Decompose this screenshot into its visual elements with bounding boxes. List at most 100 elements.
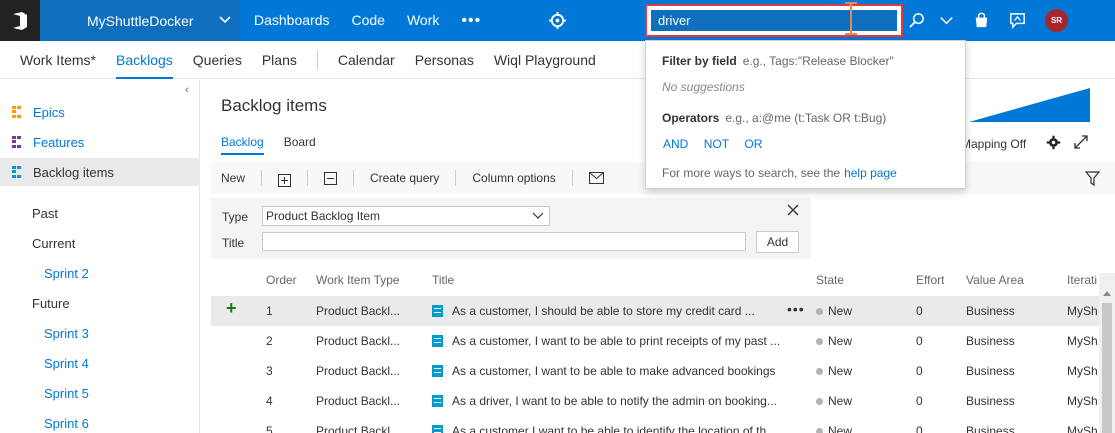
- nav-divider: [316, 50, 318, 69]
- sidebar-item-sprint-4[interactable]: Sprint 4: [44, 356, 89, 371]
- table-row[interactable]: 4 Product Backl... As a driver, I want t…: [211, 386, 1099, 416]
- row-title[interactable]: As a customer, I want to be able to prin…: [452, 334, 808, 348]
- top-bar: MyShuttleDocker Dashboards Code Work •••…: [0, 0, 1115, 41]
- toolbar-divider: [455, 170, 457, 186]
- title-input[interactable]: [262, 232, 746, 251]
- nav-dashboards[interactable]: Dashboards: [243, 0, 341, 41]
- column-header-effort[interactable]: Effort: [916, 273, 944, 287]
- feedback-icon[interactable]: [1008, 11, 1027, 30]
- fullscreen-icon[interactable]: [1074, 135, 1088, 149]
- row-title[interactable]: As a customer, I should be able to store…: [452, 304, 777, 318]
- operator-not[interactable]: NOT: [704, 137, 729, 151]
- collapse-chevron-icon[interactable]: ‹: [185, 84, 189, 96]
- tab-backlog[interactable]: Backlog: [221, 135, 264, 155]
- expand-all-icon[interactable]: [278, 173, 292, 187]
- row-value-area: Business: [966, 364, 1015, 378]
- operator-and[interactable]: AND: [663, 137, 688, 151]
- tab-work-items[interactable]: Work Items*: [10, 41, 106, 79]
- scrollbar-thumb[interactable]: [1102, 303, 1112, 433]
- column-header-state[interactable]: State: [816, 273, 844, 287]
- state-dot-icon: [816, 424, 828, 433]
- row-context-menu-icon[interactable]: •••: [787, 301, 805, 317]
- chevron-down-icon[interactable]: [937, 11, 956, 30]
- add-child-icon[interactable]: +: [226, 298, 237, 319]
- nav-code[interactable]: Code: [341, 0, 396, 41]
- tab-backlogs[interactable]: Backlogs: [106, 41, 183, 79]
- sidebar-item-label: Backlog items: [33, 164, 114, 180]
- collapse-all-icon[interactable]: [324, 171, 338, 185]
- table-row[interactable]: + 1 Product Backl... As a customer, I sh…: [211, 296, 1099, 326]
- tab-wiql-playground[interactable]: Wiql Playground: [484, 41, 606, 79]
- tab-plans[interactable]: Plans: [252, 41, 307, 79]
- column-header-value-area[interactable]: Value Area: [966, 273, 1024, 287]
- row-iteration: MySh: [1067, 424, 1098, 433]
- row-title[interactable]: As a driver, I want to be able to notify…: [452, 394, 808, 408]
- scroll-up-icon[interactable]: [1103, 291, 1111, 296]
- shopping-bag-icon[interactable]: [972, 11, 991, 30]
- velocity-mini-chart[interactable]: [969, 88, 1090, 122]
- search-icon[interactable]: [907, 11, 926, 30]
- filter-icon[interactable]: [1085, 171, 1100, 186]
- tab-queries[interactable]: Queries: [183, 41, 252, 79]
- new-button[interactable]: New: [211, 171, 255, 185]
- row-order: 4: [266, 394, 273, 408]
- state-dot-icon: [816, 334, 828, 348]
- sidebar-item-sprint-5[interactable]: Sprint 5: [44, 386, 89, 401]
- sidebar-item-sprint-2[interactable]: Sprint 2: [44, 266, 89, 281]
- column-options-button[interactable]: Column options: [462, 171, 565, 185]
- backlog-items-icon: [12, 166, 27, 178]
- sidebar-item-sprint-3[interactable]: Sprint 3: [44, 326, 89, 341]
- help-page-link[interactable]: help page: [844, 166, 897, 180]
- operators-heading: Operators: [662, 111, 720, 125]
- text-cursor-icon: [845, 2, 857, 35]
- filter-by-field-example: e.g., Tags:"Release Blocker": [742, 54, 894, 68]
- add-button[interactable]: Add: [756, 231, 799, 253]
- row-title[interactable]: As a customer I want to be able to ident…: [452, 424, 808, 433]
- tab-calendar[interactable]: Calendar: [328, 41, 405, 79]
- row-type: Product Backl...: [316, 424, 401, 433]
- iteration-group-current[interactable]: Current: [32, 236, 75, 251]
- column-header-order[interactable]: Order: [266, 273, 297, 287]
- iteration-group-past[interactable]: Past: [32, 206, 58, 221]
- pivot-bar: Backlog Board: [221, 135, 336, 155]
- mapping-toggle[interactable]: Mapping Off: [961, 137, 1026, 151]
- sidebar-item-features[interactable]: Features: [0, 128, 200, 156]
- table-row[interactable]: 5 Product Backl... As a customer I want …: [211, 416, 1099, 433]
- product-backlog-item-icon: [432, 364, 449, 378]
- column-header-work-item-type[interactable]: Work Item Type: [316, 273, 400, 287]
- row-effort: 0: [916, 394, 923, 408]
- nav-work[interactable]: Work: [396, 0, 450, 41]
- project-selector[interactable]: MyShuttleDocker: [40, 0, 240, 41]
- column-header-iteration[interactable]: Iteration: [1067, 273, 1097, 287]
- settings-gear-icon[interactable]: [548, 11, 567, 30]
- product-backlog-item-icon: [432, 334, 449, 348]
- settings-gear-icon[interactable]: [1046, 135, 1061, 150]
- nav-more[interactable]: •••: [450, 0, 492, 41]
- vsts-logo-icon[interactable]: [0, 0, 40, 41]
- iteration-group-future[interactable]: Future: [32, 296, 70, 311]
- type-select[interactable]: Product Backlog Item: [262, 206, 550, 226]
- sidebar-item-sprint-6[interactable]: Sprint 6: [44, 416, 89, 431]
- search-input[interactable]: driver: [651, 10, 897, 31]
- sidebar-item-epics[interactable]: Epics: [0, 98, 200, 126]
- create-query-button[interactable]: Create query: [360, 171, 449, 185]
- tab-board[interactable]: Board: [284, 135, 316, 155]
- table-row[interactable]: 2 Product Backl... As a customer, I want…: [211, 326, 1099, 356]
- column-header-title[interactable]: Title: [432, 273, 454, 287]
- tab-personas[interactable]: Personas: [405, 41, 484, 79]
- table-row[interactable]: 3 Product Backl... As a customer, I want…: [211, 356, 1099, 386]
- sidebar-item-label: Features: [33, 134, 85, 150]
- close-icon[interactable]: [787, 204, 799, 216]
- top-nav: Dashboards Code Work •••: [243, 0, 492, 41]
- type-label: Type: [222, 210, 249, 224]
- toolbar-divider: [261, 170, 263, 186]
- sidebar-item-backlog-items[interactable]: Backlog items: [0, 158, 200, 186]
- row-type: Product Backl...: [316, 394, 401, 408]
- operator-or[interactable]: OR: [744, 137, 762, 151]
- toolbar-divider: [571, 170, 573, 186]
- email-icon[interactable]: [588, 172, 604, 184]
- page-title: Backlog items: [221, 96, 327, 115]
- avatar[interactable]: SR: [1045, 9, 1068, 32]
- vertical-scrollbar[interactable]: [1099, 273, 1115, 433]
- row-title[interactable]: As a customer, I want to be able to make…: [452, 364, 808, 378]
